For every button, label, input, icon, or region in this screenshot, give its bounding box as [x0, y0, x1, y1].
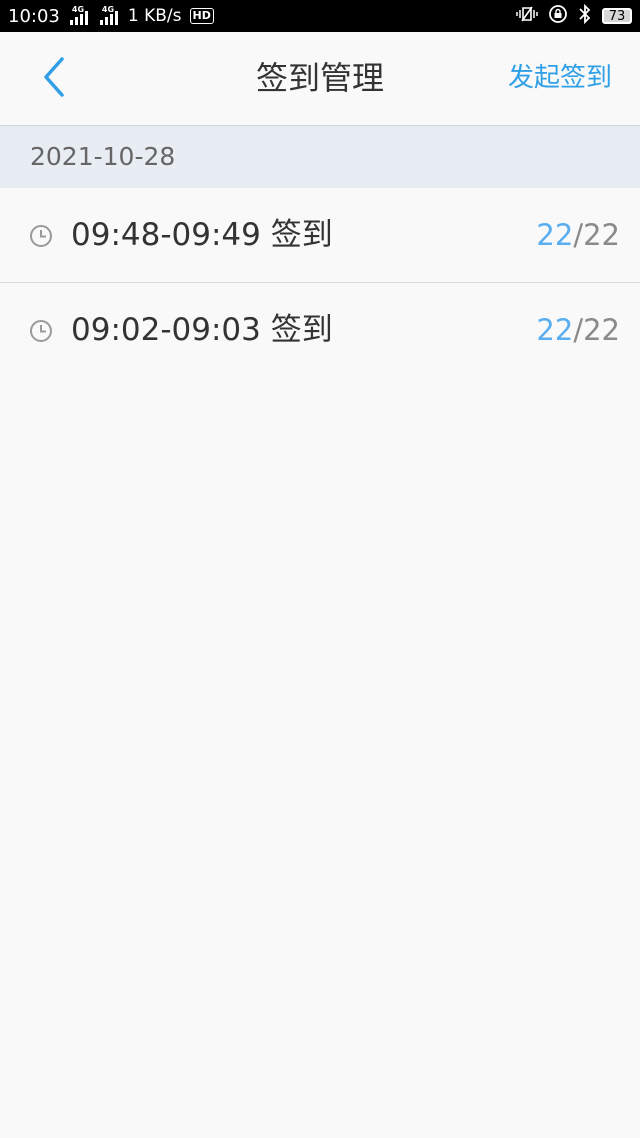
check-in-list: 09:48-09:49 签到 22/22 09:02-09:03 签到 22/2…: [0, 188, 640, 378]
start-check-in-button[interactable]: 发起签到: [508, 32, 612, 125]
item-label: 09:02-09:03 签到: [71, 312, 333, 348]
date-header: 2021-10-28: [0, 126, 640, 188]
clock-icon: [30, 225, 52, 247]
count-separator: /: [573, 313, 584, 347]
hd-icon: HD: [189, 8, 214, 24]
clock-icon: [30, 320, 52, 342]
item-label: 09:48-09:49 签到: [71, 217, 333, 253]
count-done: 22: [536, 218, 574, 252]
status-right: 73: [516, 3, 632, 29]
bluetooth-icon: [578, 3, 592, 29]
list-item[interactable]: 09:48-09:49 签到 22/22: [0, 188, 640, 283]
item-count: 22/22: [536, 188, 620, 283]
signal-icon: 4G: [68, 5, 90, 25]
battery-icon: 73: [602, 8, 632, 24]
list-item[interactable]: 09:02-09:03 签到 22/22: [0, 283, 640, 378]
status-left: 10:03 4G 4G 1 KB/s HD: [8, 5, 214, 27]
count-total: 22: [583, 218, 620, 252]
network-speed: 1 KB/s: [127, 6, 182, 26]
signal-icon: 4G: [98, 5, 120, 25]
item-count: 22/22: [536, 283, 620, 378]
count-separator: /: [573, 218, 584, 252]
nav-bar: 签到管理 发起签到: [0, 32, 640, 126]
count-done: 22: [536, 313, 574, 347]
status-time: 10:03: [8, 5, 60, 27]
vibrate-icon: [516, 5, 538, 28]
status-bar: 10:03 4G 4G 1 KB/s HD 73: [0, 0, 640, 32]
count-total: 22: [583, 313, 620, 347]
lock-rotation-icon: [548, 4, 568, 29]
